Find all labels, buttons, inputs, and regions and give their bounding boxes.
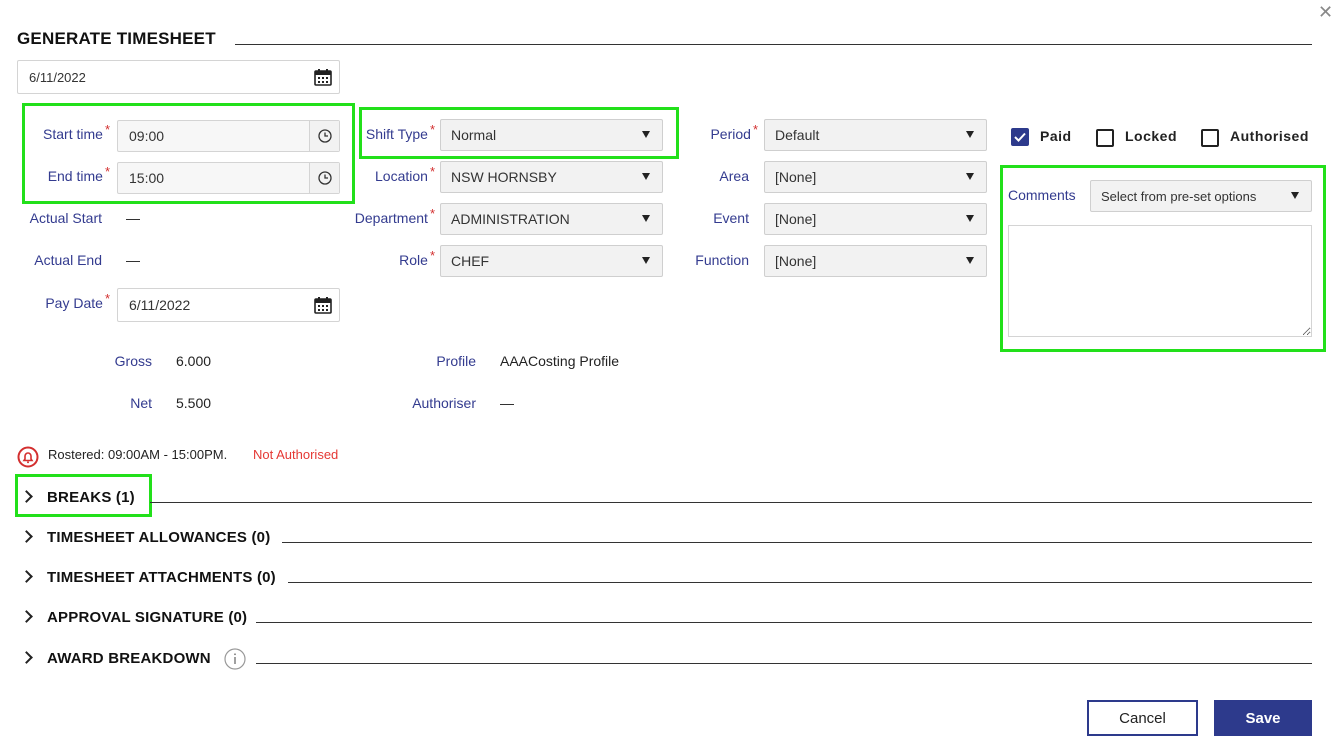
period-label: Period * — [710, 122, 758, 142]
net-label: Net — [130, 395, 152, 411]
department-select[interactable]: ADMINISTRATION — [440, 203, 663, 235]
end-time-label: End time * — [47, 164, 110, 184]
comments-textarea[interactable] — [1008, 225, 1312, 337]
chevron-right-icon — [20, 570, 33, 583]
section-divider — [256, 622, 1312, 623]
page-title: GENERATE TIMESHEET — [17, 29, 216, 48]
chevron-right-icon — [20, 490, 33, 503]
expand-attachments[interactable] — [20, 570, 34, 584]
comments-label: Comments — [1008, 187, 1076, 203]
end-time-input[interactable]: 15:00 — [117, 162, 340, 194]
event-select[interactable]: [None] — [764, 203, 987, 235]
info-icon[interactable] — [224, 648, 246, 670]
expand-award[interactable] — [20, 651, 34, 665]
event-label: Event — [713, 210, 749, 226]
start-time-input[interactable]: 09:00 — [117, 120, 340, 152]
paid-label: Paid — [1040, 128, 1072, 144]
section-divider — [256, 663, 1312, 664]
authorised-label: Authorised — [1230, 128, 1309, 144]
alarm-icon — [17, 446, 39, 468]
expand-breaks[interactable] — [20, 490, 34, 504]
department-label: Department * — [354, 206, 435, 226]
net-value: 5.500 — [176, 395, 212, 411]
area-select[interactable]: [None] — [764, 161, 987, 193]
authoriser-value: — — [500, 395, 514, 411]
comments-preset-select[interactable]: Select from pre-set options — [1090, 180, 1312, 212]
function-label: Function — [695, 252, 749, 268]
calendar-icon[interactable] — [310, 292, 336, 318]
profile-value: AAACosting Profile — [500, 353, 620, 369]
shift-type-label: Shift Type * — [365, 122, 435, 142]
authorised-checkbox[interactable] — [1201, 129, 1219, 147]
chevron-down-icon — [642, 173, 650, 180]
expand-allowances[interactable] — [20, 530, 34, 544]
actual-start-label: Actual Start — [29, 210, 102, 226]
actual-start-value: — — [126, 210, 140, 226]
chevron-down-icon — [642, 257, 650, 264]
close-icon[interactable]: ✕ — [1318, 2, 1333, 23]
chevron-down-icon — [642, 131, 650, 138]
chevron-right-icon — [20, 651, 33, 664]
section-allowances[interactable]: TIMESHEET ALLOWANCES (0) — [47, 529, 270, 546]
section-attachments[interactable]: TIMESHEET ATTACHMENTS (0) — [47, 569, 276, 586]
start-time-label: Start time * — [43, 122, 110, 142]
chevron-down-icon — [966, 173, 974, 180]
cancel-button[interactable]: Cancel — [1087, 700, 1198, 736]
section-divider — [282, 542, 1312, 543]
gross-label: Gross — [114, 353, 152, 369]
section-divider — [288, 582, 1312, 583]
locked-label: Locked — [1125, 128, 1178, 144]
actual-end-value: — — [126, 252, 140, 268]
chevron-down-icon — [966, 131, 974, 138]
section-signature[interactable]: APPROVAL SIGNATURE (0) — [47, 609, 247, 626]
authorisation-status: Not Authorised — [253, 447, 339, 462]
chevron-right-icon — [20, 610, 33, 623]
chevron-down-icon — [966, 215, 974, 222]
authoriser-label: Authoriser — [412, 395, 476, 411]
location-select[interactable]: NSW HORNSBY — [440, 161, 663, 193]
role-select[interactable]: CHEF — [440, 245, 663, 277]
clock-icon[interactable] — [309, 163, 339, 193]
function-select[interactable]: [None] — [764, 245, 987, 277]
shift-type-select[interactable]: Normal — [440, 119, 663, 151]
gross-value: 6.000 — [176, 353, 212, 369]
expand-signature[interactable] — [20, 610, 34, 624]
section-divider — [150, 502, 1312, 503]
period-select[interactable]: Default — [764, 119, 987, 151]
pay-date-input[interactable]: 6/11/2022 — [117, 288, 340, 322]
clock-icon[interactable] — [309, 121, 339, 151]
profile-label: Profile — [436, 353, 476, 369]
rostered-text: Rostered: 09:00AM - 15:00PM. — [48, 447, 228, 462]
save-button[interactable]: Save — [1214, 700, 1312, 736]
locked-checkbox[interactable] — [1096, 129, 1114, 147]
section-award[interactable]: AWARD BREAKDOWN — [47, 650, 211, 667]
chevron-down-icon — [1291, 192, 1299, 199]
actual-end-label: Actual End — [34, 252, 102, 268]
title-divider — [235, 44, 1312, 45]
chevron-down-icon — [966, 257, 974, 264]
chevron-right-icon — [20, 530, 33, 543]
paid-checkbox[interactable] — [1011, 128, 1029, 146]
area-label: Area — [719, 168, 749, 184]
role-label: Role * — [399, 248, 435, 268]
location-label: Location * — [375, 164, 435, 184]
pay-date-label: Pay Date * — [45, 291, 110, 311]
chevron-down-icon — [642, 215, 650, 222]
date-field[interactable]: 6/11/2022 — [17, 60, 340, 94]
section-breaks[interactable]: BREAKS (1) — [47, 489, 135, 506]
calendar-icon[interactable] — [310, 64, 336, 90]
